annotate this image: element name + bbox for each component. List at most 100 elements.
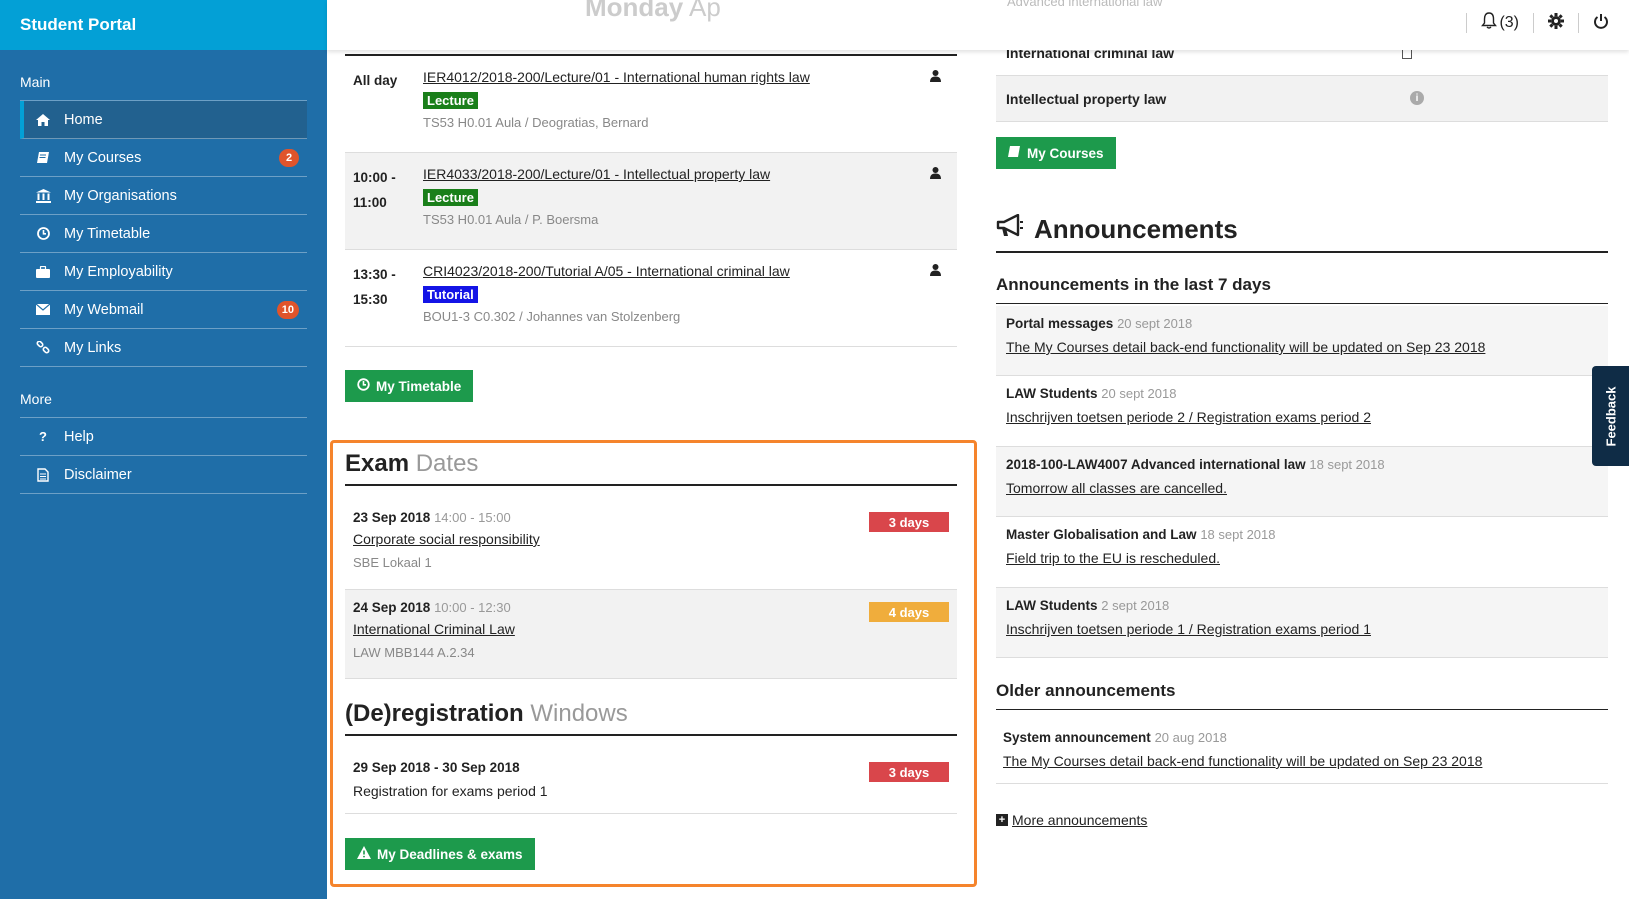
clock-icon [34,227,52,240]
timetable-day-heading: Monday Ap [585,0,721,22]
announcement-row: LAW Students 20 sept 2018 Inschrijven to… [996,376,1608,447]
sidebar-item-my-timetable[interactable]: My Timetable [20,215,307,253]
document-icon [34,467,52,482]
sidebar-main-heading: Main [20,74,51,90]
exam-location: SBE Lokaal 1 [353,555,432,570]
announcement-date: 20 aug 2018 [1154,730,1227,745]
sidebar-item-label: My Links [64,339,122,356]
announcement-source: Portal messages 20 sept 2018 [1006,316,1193,331]
event-title-link[interactable]: CRI4023/2018-200/Tutorial A/05 - Interna… [423,260,790,282]
sidebar-item-help[interactable]: ? Help [20,418,307,456]
my-courses-button[interactable]: My Courses [996,137,1116,169]
registration-windows-heading: (De)registration Windows [345,700,957,736]
button-label: My Timetable [376,378,462,394]
exam-dates-heading: Exam Dates [345,450,957,486]
table-row: All day IER4012/2018-200/Lecture/01 - In… [345,56,957,153]
sidebar-item-my-organisations[interactable]: My Organisations [20,177,307,215]
announcement-link[interactable]: Inschrijven toetsen periode 1 / Registra… [1006,621,1371,637]
announcement-date: 18 sept 2018 [1200,527,1276,542]
announcements-heading: Announcements [996,213,1608,253]
course-name: Intellectual property law [1006,90,1167,107]
person-icon[interactable] [930,167,941,182]
announcement-row: Portal messages 20 sept 2018 The My Cour… [996,306,1608,376]
event-title-link[interactable]: IER4012/2018-200/Lecture/01 - Internatio… [423,66,810,88]
sidebar-item-my-links[interactable]: My Links [20,329,307,367]
exam-title-link[interactable]: International Criminal Law [353,621,515,637]
exam-time: 14:00 - 15:00 [434,510,511,525]
exam-location: LAW MBB144 A.2.34 [353,645,475,660]
event-time: 10:00 - 11:00 [353,170,396,210]
bell-icon [1481,12,1498,34]
feedback-tab[interactable]: Feedback [1592,366,1629,466]
button-label: My Deadlines & exams [377,846,523,862]
timetable-table: All day IER4012/2018-200/Lecture/01 - In… [345,54,957,347]
warning-icon [357,846,371,862]
sidebar-item-disclaimer[interactable]: Disclaimer [20,456,307,494]
power-icon[interactable] [1593,13,1609,34]
top-icons: (3) [1466,12,1609,34]
divider [1466,13,1468,33]
book-icon [1008,145,1021,161]
announcement-source: System announcement 20 aug 2018 [1003,730,1227,745]
event-type-badge: Lecture [423,92,478,109]
days-remaining-badge: 4 days [869,602,949,622]
exam-date: 24 Sep 2018 10:00 - 12:30 [353,600,511,615]
announcement-date: 18 sept 2018 [1309,457,1385,472]
registration-row: 29 Sep 2018 - 30 Sep 2018 Registration f… [345,750,957,814]
announcement-link[interactable]: Inschrijven toetsen periode 2 / Registra… [1006,409,1371,425]
announcement-link[interactable]: The My Courses detail back-end functiona… [1006,339,1485,355]
event-type-badge: Tutorial [423,286,478,303]
announcement-date: 2 sept 2018 [1101,598,1170,613]
registration-date-range: 29 Sep 2018 - 30 Sep 2018 [353,760,520,775]
sidebar-item-label: Home [64,111,103,128]
course-row-partial: Advanced international law [1007,0,1163,9]
home-icon [34,113,52,126]
sidebar-more-list: ? Help Disclaimer [20,417,307,494]
event-info: IER4012/2018-200/Lecture/01 - Internatio… [423,66,810,130]
days-remaining-badge: 3 days [869,762,949,782]
person-icon[interactable] [930,70,941,85]
my-deadlines-button[interactable]: My Deadlines & exams [345,838,535,870]
event-title-link[interactable]: IER4033/2018-200/Lecture/01 - Intellectu… [423,163,770,185]
book-icon [34,151,52,164]
courses-count-badge: 2 [279,149,299,167]
notification-count: (3) [1499,14,1519,31]
sidebar-item-label: My Employability [64,263,173,280]
clock-icon [357,378,370,394]
event-info: IER4033/2018-200/Lecture/01 - Intellectu… [423,163,770,227]
event-time: All day [353,73,398,88]
announcement-link[interactable]: Field trip to the EU is rescheduled. [1006,550,1220,566]
exam-time: 10:00 - 12:30 [434,600,511,615]
event-info: CRI4023/2018-200/Tutorial A/05 - Interna… [423,260,790,324]
announcement-source: LAW Students 20 sept 2018 [1006,386,1177,401]
sidebar-item-home[interactable]: Home [20,101,307,139]
sidebar-item-my-webmail[interactable]: My Webmail 10 [20,291,307,329]
announcement-source: 2018-100-LAW4007 Advanced international … [1006,457,1385,472]
notifications-button[interactable]: (3) [1481,12,1519,34]
event-type-badge: Lecture [423,189,478,206]
sidebar-main-list: Home My Courses 2 My Organisations My Ti… [20,100,307,367]
days-remaining-badge: 3 days [869,512,949,532]
sidebar-item-label: My Timetable [64,225,151,242]
sidebar-item-my-courses[interactable]: My Courses 2 [20,139,307,177]
announcement-link[interactable]: The My Courses detail back-end functiona… [1003,753,1482,769]
more-announcements-link[interactable]: + More announcements [996,812,1147,828]
sidebar-item-label: Help [64,428,94,445]
announcement-source: LAW Students 2 sept 2018 [1006,598,1170,613]
person-icon[interactable] [930,264,941,279]
announcement-row: System announcement 20 aug 2018 The My C… [996,720,1608,784]
exam-title-link[interactable]: Corporate social responsibility [353,531,540,547]
sidebar-more-heading: More [20,391,52,407]
event-location: TS53 H0.01 Aula / Deogratias, Bernard [423,115,649,130]
announcement-link[interactable]: Tomorrow all classes are cancelled. [1006,480,1227,496]
recent-announcements-heading: Announcements in the last 7 days [996,275,1608,304]
sidebar-item-my-employability[interactable]: My Employability [20,253,307,291]
my-timetable-button[interactable]: My Timetable [345,370,474,402]
gear-icon[interactable] [1548,12,1564,34]
older-announcements-heading: Older announcements [996,681,1608,710]
sidebar-item-label: My Webmail [64,301,144,318]
brand-title[interactable]: Student Portal [0,0,327,50]
info-icon[interactable]: i [1410,91,1424,105]
sidebar: Student Portal Main Home My Courses 2 My… [0,0,327,899]
course-row[interactable]: Intellectual property law i [996,76,1608,122]
